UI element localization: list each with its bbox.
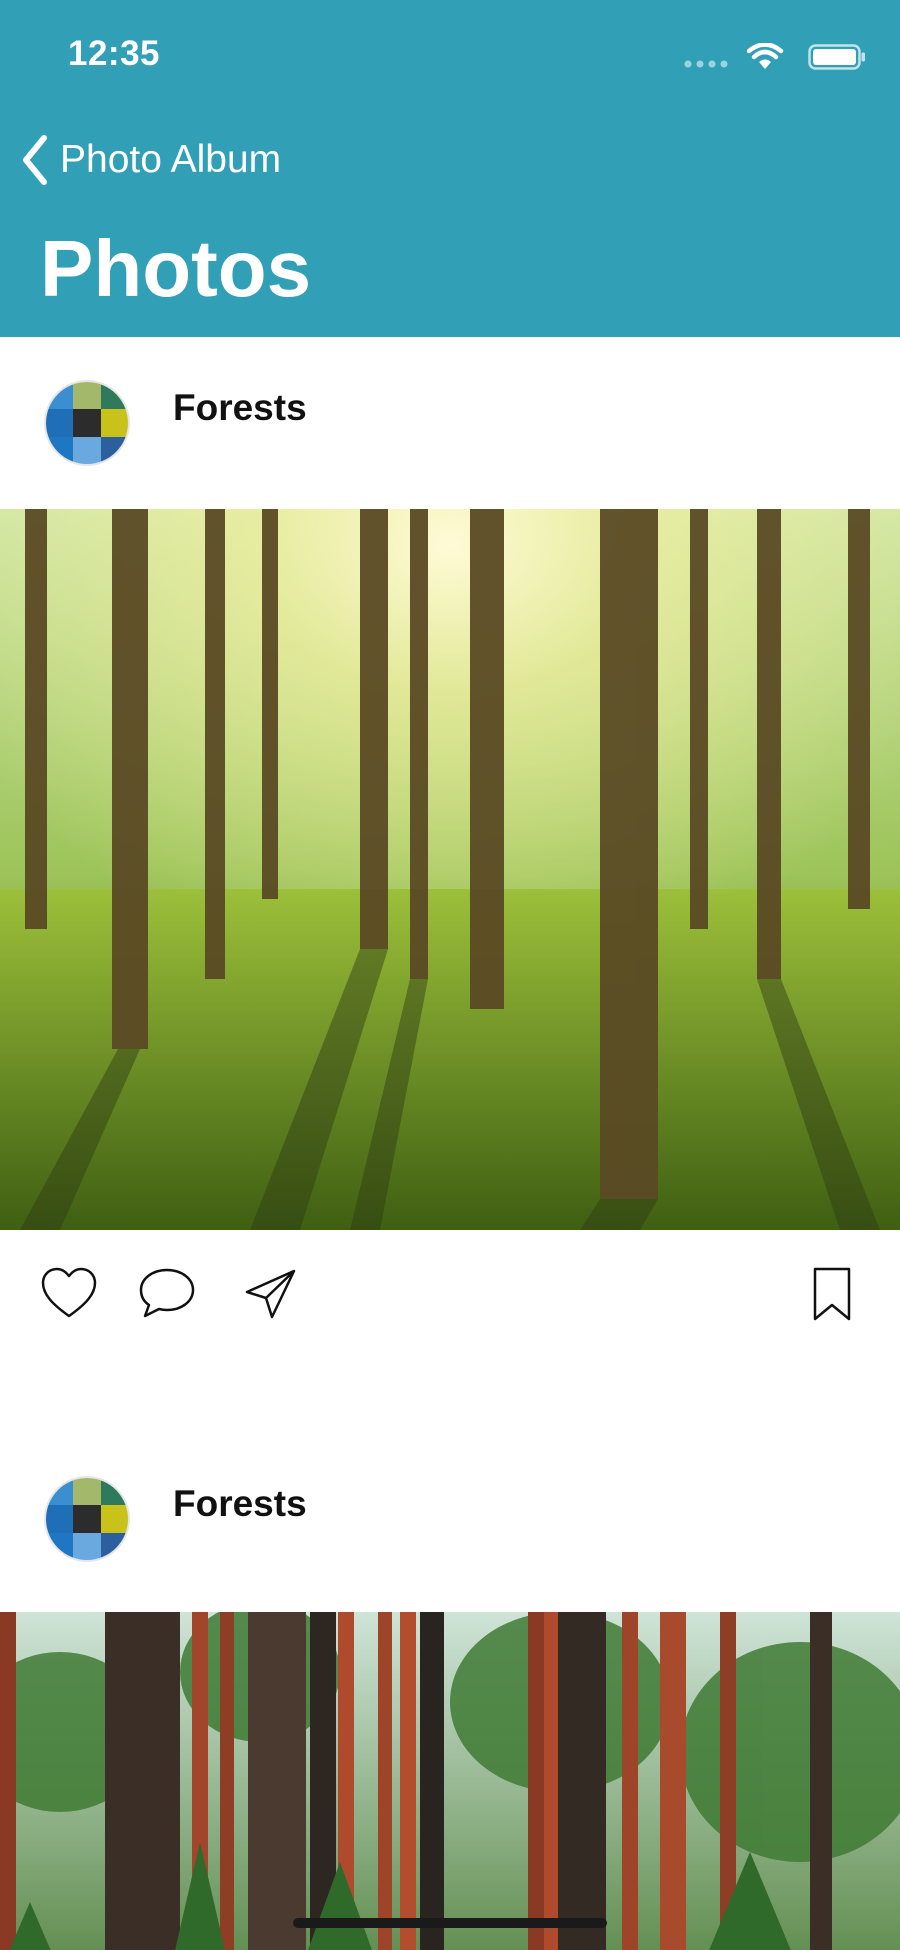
status-time: 12:35 bbox=[68, 34, 161, 73]
post-photo[interactable] bbox=[0, 1612, 900, 1950]
cellular-signal-icon bbox=[684, 60, 728, 68]
post-author[interactable]: Forests bbox=[173, 1483, 307, 1525]
page-title: Photos bbox=[40, 224, 312, 313]
post-header: Forests bbox=[0, 1440, 900, 1612]
home-indicator[interactable] bbox=[293, 1918, 607, 1928]
avatar[interactable] bbox=[44, 380, 130, 466]
send-icon[interactable] bbox=[244, 1268, 298, 1320]
back-button[interactable]: Photo Album bbox=[18, 130, 281, 190]
post-actions bbox=[0, 1230, 900, 1440]
wifi-icon bbox=[746, 43, 784, 69]
post-author[interactable]: Forests bbox=[173, 387, 307, 429]
bookmark-icon[interactable] bbox=[812, 1266, 852, 1322]
chevron-left-icon bbox=[23, 135, 47, 185]
post-card: Forests bbox=[0, 337, 900, 1440]
post-header: Forests bbox=[0, 337, 900, 509]
avatar[interactable] bbox=[44, 1476, 130, 1562]
comment-icon[interactable] bbox=[137, 1266, 197, 1320]
photo-feed[interactable]: Forests Forests bbox=[0, 337, 900, 1950]
battery-icon bbox=[808, 44, 865, 70]
post-photo[interactable] bbox=[0, 509, 900, 1230]
post-card: Forests bbox=[0, 1440, 900, 1950]
heart-icon[interactable] bbox=[40, 1266, 98, 1320]
back-label: Photo Album bbox=[60, 138, 282, 181]
nav-header: 12:35 Photo Album Photos bbox=[0, 0, 900, 337]
